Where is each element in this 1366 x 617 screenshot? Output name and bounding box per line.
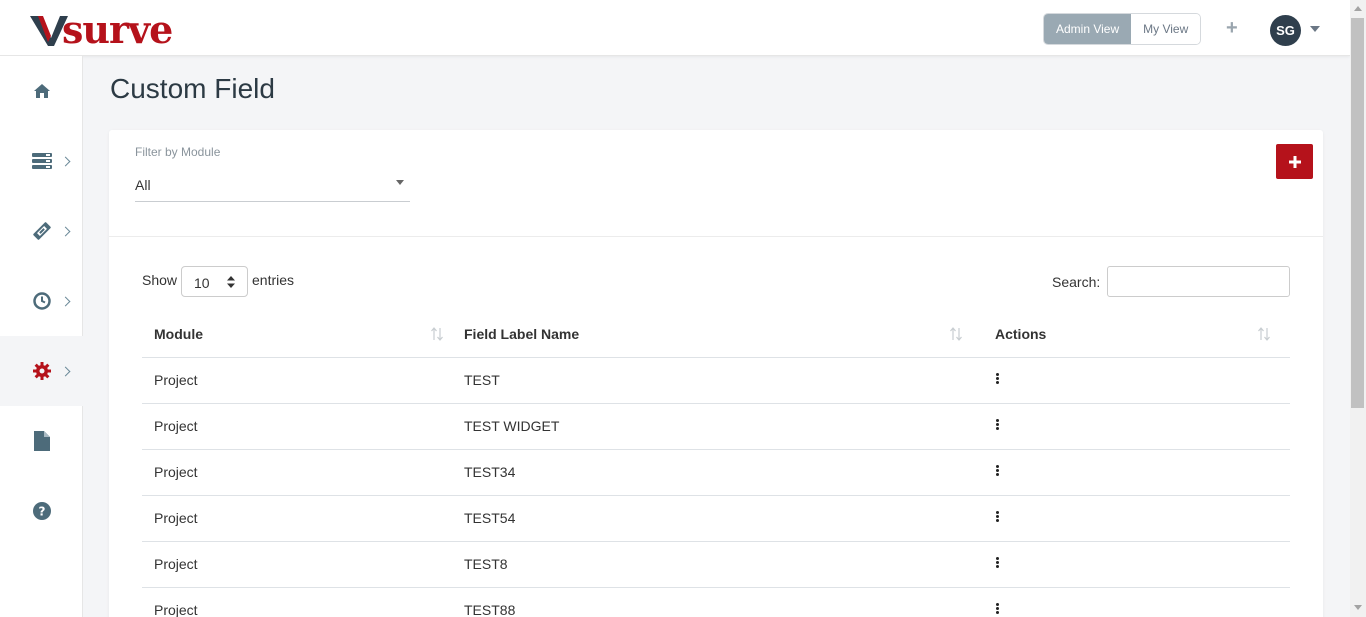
my-view-button[interactable]: My View xyxy=(1131,14,1201,44)
custom-field-card: Filter by Module All Show 10 entries Sea… xyxy=(109,130,1323,617)
module-cell: Project xyxy=(142,449,452,496)
chevron-right-icon xyxy=(60,296,71,307)
actions-cell xyxy=(983,357,1290,404)
sidebar-item-servers[interactable] xyxy=(0,126,83,196)
scroll-up-arrow-icon[interactable] xyxy=(1354,6,1362,11)
sidebar-item-settings[interactable] xyxy=(0,336,83,406)
table-row: Project TEST34 xyxy=(142,449,1290,496)
search-input[interactable] xyxy=(1107,266,1290,297)
logo-text: surve xyxy=(62,7,173,52)
actions-cell xyxy=(983,495,1290,542)
field-label-cell: TEST88 xyxy=(452,587,983,617)
sidebar-item-documents[interactable] xyxy=(0,406,83,476)
module-cell: Project xyxy=(142,587,452,617)
sidebar-item-home[interactable] xyxy=(0,56,83,126)
chevron-down-icon[interactable] xyxy=(1310,26,1320,32)
avatar[interactable]: SG xyxy=(1270,15,1301,46)
chevron-right-icon xyxy=(60,156,71,167)
sort-arrows-icon xyxy=(227,276,235,288)
top-bar: surve Admin View My View + SG xyxy=(0,0,1350,56)
file-icon xyxy=(32,431,52,451)
actions-cell xyxy=(983,587,1290,617)
field-label-cell: TEST xyxy=(452,357,983,404)
entries-label: entries xyxy=(252,272,295,288)
search-label: Search: xyxy=(1052,274,1101,290)
table-row: Project TEST xyxy=(142,357,1290,404)
actions-cell xyxy=(983,403,1290,450)
server-icon xyxy=(32,151,52,171)
more-actions-icon[interactable] xyxy=(996,602,1000,615)
add-custom-field-button[interactable] xyxy=(1276,144,1313,179)
svg-text:?: ? xyxy=(39,505,46,519)
more-actions-icon[interactable] xyxy=(996,556,1000,569)
add-icon[interactable]: + xyxy=(1226,18,1238,38)
plus-icon xyxy=(1288,155,1301,168)
custom-fields-table: Module Field Label Name Actions Project … xyxy=(142,312,1290,617)
caret-down-icon xyxy=(396,180,404,185)
table-row: Project TEST8 xyxy=(142,541,1290,588)
logo[interactable]: surve xyxy=(30,7,173,52)
more-actions-icon[interactable] xyxy=(996,510,1000,523)
table-header-row: Module Field Label Name Actions xyxy=(142,312,1290,358)
page-length-select[interactable]: 10 xyxy=(181,266,248,297)
column-header-label: Field Label Name xyxy=(464,326,580,343)
gear-icon xyxy=(32,361,52,381)
table-row: Project TEST88 xyxy=(142,587,1290,617)
sidebar: ? xyxy=(0,56,83,617)
module-cell: Project xyxy=(142,495,452,542)
module-cell: Project xyxy=(142,403,452,450)
page-title: Custom Field xyxy=(110,73,275,104)
scroll-thumb[interactable] xyxy=(1351,18,1364,408)
column-header-actions[interactable]: Actions xyxy=(983,312,1290,358)
column-header-label: Actions xyxy=(995,326,1047,343)
sidebar-item-tickets[interactable] xyxy=(0,196,83,266)
field-label-cell: TEST8 xyxy=(452,541,983,588)
sidebar-item-timesheet[interactable] xyxy=(0,266,83,336)
chevron-right-icon xyxy=(60,366,71,377)
admin-view-button[interactable]: Admin View xyxy=(1044,14,1132,44)
table-row: Project TEST54 xyxy=(142,495,1290,542)
view-toggle: Admin View My View xyxy=(1043,13,1202,45)
sort-icon xyxy=(431,327,443,341)
sort-icon xyxy=(1258,327,1270,341)
table-row: Project TEST WIDGET xyxy=(142,403,1290,450)
column-header-field-label[interactable]: Field Label Name xyxy=(452,312,983,358)
column-header-label: Module xyxy=(154,326,203,343)
module-cell: Project xyxy=(142,541,452,588)
home-icon xyxy=(32,81,52,101)
chevron-right-icon xyxy=(60,226,71,237)
actions-cell xyxy=(983,541,1290,588)
actions-cell xyxy=(983,449,1290,496)
page-length-value: 10 xyxy=(194,275,210,291)
show-label: Show xyxy=(142,272,178,288)
column-header-module[interactable]: Module xyxy=(142,312,452,358)
more-actions-icon[interactable] xyxy=(996,418,1000,431)
field-label-cell: TEST34 xyxy=(452,449,983,496)
more-actions-icon[interactable] xyxy=(996,372,1000,385)
clock-icon xyxy=(32,291,52,311)
ticket-icon xyxy=(32,221,52,241)
field-label-cell: TEST WIDGET xyxy=(452,403,983,450)
field-label-cell: TEST54 xyxy=(452,495,983,542)
module-cell: Project xyxy=(142,357,452,404)
help-icon: ? xyxy=(32,501,52,521)
more-actions-icon[interactable] xyxy=(996,464,1000,477)
module-filter-select[interactable]: All xyxy=(135,172,410,202)
sidebar-item-help[interactable]: ? xyxy=(0,476,83,546)
page-scrollbar[interactable] xyxy=(1350,0,1366,617)
module-filter-value: All xyxy=(135,177,151,193)
filter-label: Filter by Module xyxy=(135,145,221,159)
scroll-down-arrow-icon[interactable] xyxy=(1354,605,1362,610)
sort-icon xyxy=(950,327,962,341)
divider xyxy=(109,236,1323,237)
